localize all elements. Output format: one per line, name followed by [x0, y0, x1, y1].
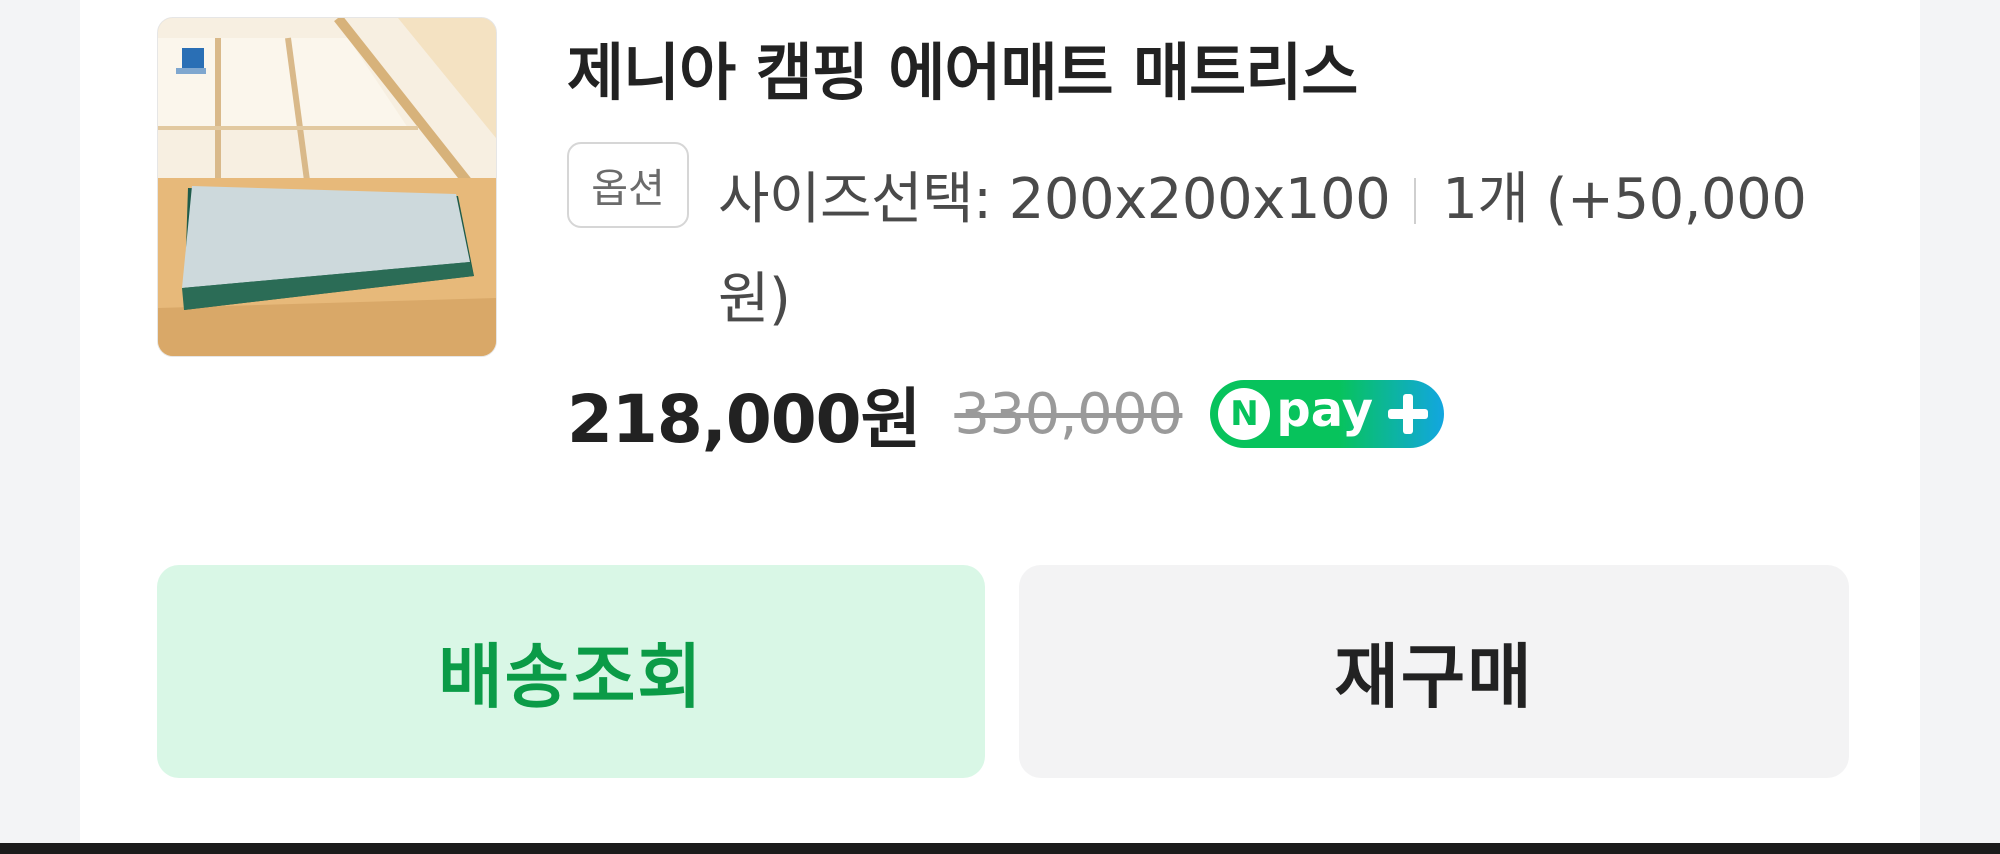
- product-image: [158, 18, 496, 356]
- bottom-edge: [0, 843, 2000, 854]
- original-price: 330,000: [954, 381, 1183, 447]
- option-description: 사이즈선택: 200x200x100 1개 (+50,000원): [718, 150, 1848, 350]
- npay-text: pay: [1276, 382, 1373, 438]
- plus-icon: [1386, 392, 1430, 436]
- product-title[interactable]: 제니아 캠핑 에어매트 매트리스: [567, 22, 1358, 112]
- npay-plus-icon: N pay: [1210, 380, 1445, 448]
- option-divider: [1414, 178, 1417, 224]
- price-row: 218,000원 330,000 N pay: [567, 366, 1445, 462]
- option-size: 사이즈선택: 200x200x100: [718, 167, 1391, 232]
- product-thumbnail[interactable]: [157, 17, 497, 357]
- track-delivery-button[interactable]: 배송조회: [157, 565, 985, 778]
- npay-n-mark: N: [1218, 388, 1271, 440]
- rebuy-button[interactable]: 재구매: [1019, 565, 1849, 778]
- sale-price: 218,000원: [567, 381, 921, 458]
- option-badge: 옵션: [567, 142, 689, 228]
